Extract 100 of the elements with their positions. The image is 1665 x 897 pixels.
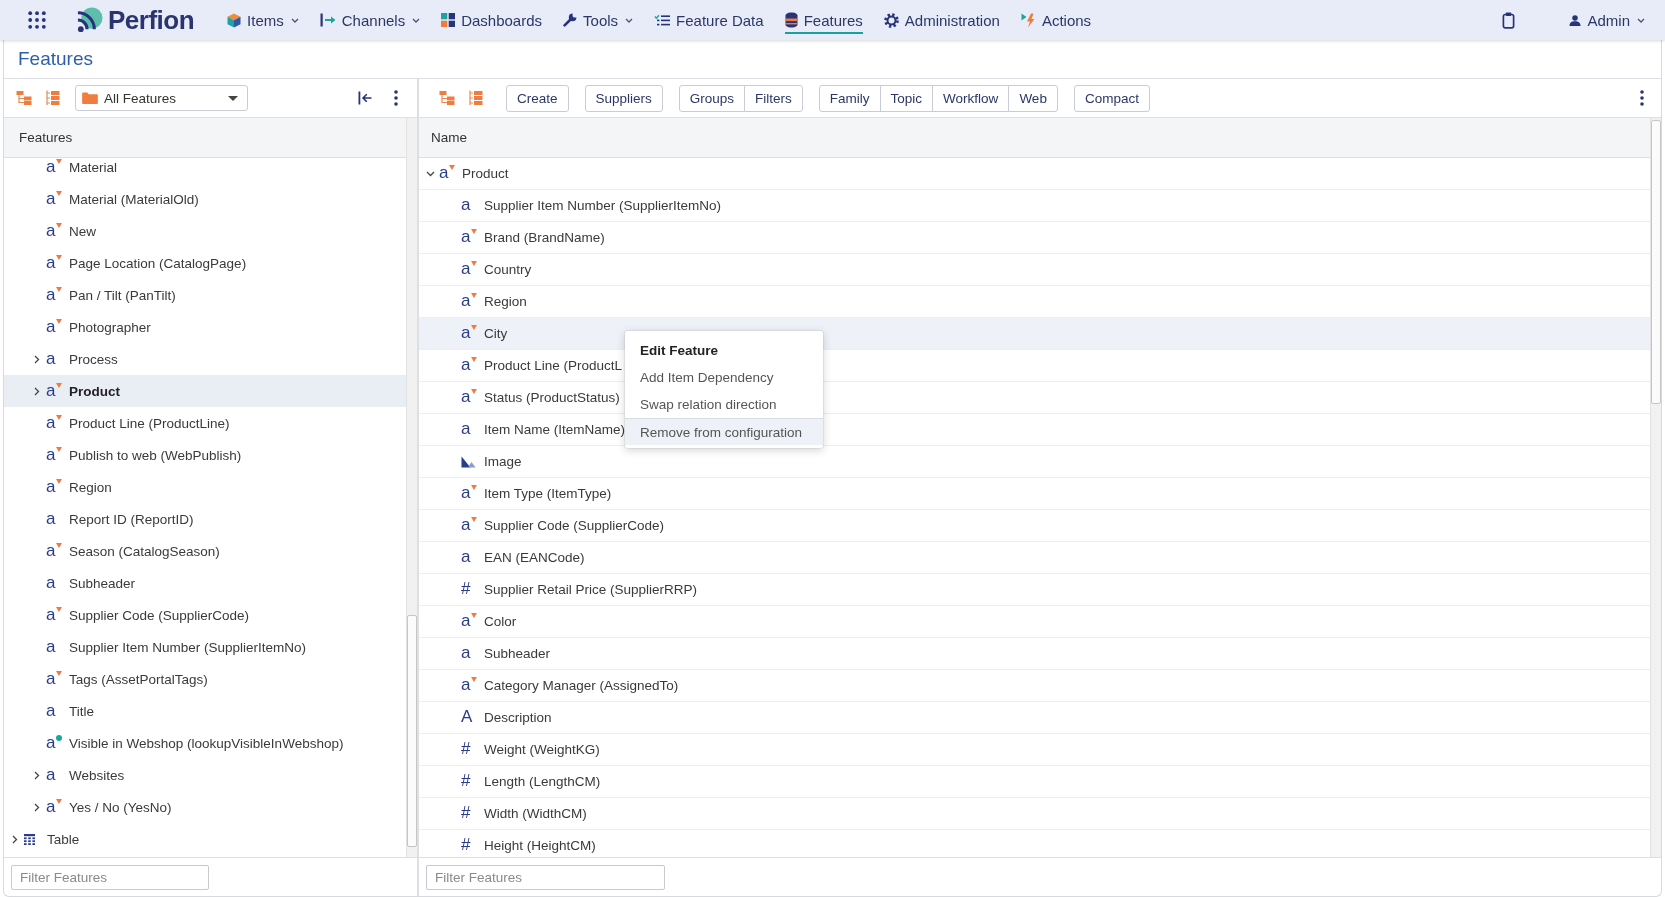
toolbar-button[interactable]: Suppliers bbox=[584, 84, 663, 112]
toolbar-button[interactable]: Topic bbox=[879, 84, 934, 112]
tree-item[interactable]: a Season (CatalogSeason) bbox=[4, 535, 406, 567]
chevron-right-icon[interactable] bbox=[34, 386, 40, 396]
tree-item[interactable]: Table bbox=[4, 823, 406, 855]
nav-tab[interactable]: Feature Data bbox=[654, 6, 764, 34]
scrollbar-thumb[interactable] bbox=[1651, 120, 1661, 404]
tree-item[interactable]: # Supplier Retail Price (SupplierRRP) bbox=[419, 574, 1650, 606]
tree-list-icon[interactable] bbox=[467, 90, 483, 106]
filter-input[interactable]: Filter Features bbox=[426, 864, 665, 890]
type-glyph: a bbox=[46, 670, 56, 687]
triangle-marker-icon bbox=[56, 446, 63, 452]
type-glyph: a bbox=[461, 389, 471, 405]
chevron-right-icon[interactable] bbox=[12, 834, 18, 844]
nav-tab[interactable]: Items bbox=[227, 6, 299, 34]
nav-tab[interactable]: Administration bbox=[883, 6, 1000, 34]
tree-item[interactable]: a Item Type (ItemType) bbox=[419, 478, 1650, 510]
type-glyph: a bbox=[46, 510, 56, 527]
scrollbar-thumb[interactable] bbox=[407, 615, 417, 847]
triangle-marker-icon bbox=[449, 165, 456, 170]
scrollbar[interactable] bbox=[406, 118, 417, 857]
chevron-down-icon[interactable] bbox=[425, 170, 435, 177]
column-header[interactable]: Name bbox=[431, 130, 467, 145]
apps-grid-icon[interactable] bbox=[28, 11, 46, 29]
chevron-right-icon[interactable] bbox=[34, 802, 40, 812]
tree-item[interactable]: a Title bbox=[4, 695, 406, 727]
toolbar-button[interactable]: Groups bbox=[678, 84, 746, 112]
toolbar-button[interactable]: Compact bbox=[1073, 84, 1150, 112]
arrow-left-bar-icon[interactable] bbox=[358, 91, 372, 105]
nav-tab[interactable]: Channels bbox=[319, 6, 421, 34]
tree-item[interactable]: a Brand (BrandName) bbox=[419, 222, 1650, 254]
tree-item[interactable]: a Pan / Tilt (PanTilt) bbox=[4, 279, 406, 311]
filter-input[interactable]: Filter Features bbox=[11, 864, 209, 890]
type-glyph: a bbox=[46, 158, 56, 175]
tree-item[interactable]: a Country bbox=[419, 254, 1650, 286]
image-type-icon bbox=[461, 456, 476, 468]
tree-item[interactable]: a New bbox=[4, 215, 406, 247]
nav-tab[interactable]: Dashboards bbox=[441, 6, 543, 34]
tree-item[interactable]: a Process bbox=[4, 343, 406, 375]
type-glyph: a bbox=[461, 261, 471, 277]
more-menu-icon[interactable] bbox=[394, 90, 398, 106]
tree-item[interactable]: a Websites bbox=[4, 759, 406, 791]
tree-item[interactable]: a Product Line (ProductLine) bbox=[4, 407, 406, 439]
toolbar-button[interactable]: Filters bbox=[744, 84, 803, 112]
type-glyph: a bbox=[46, 702, 56, 719]
toolbar-button[interactable]: Family bbox=[818, 84, 881, 112]
tree-item[interactable]: a Supplier Item Number (SupplierItemNo) bbox=[4, 631, 406, 663]
tree-item[interactable]: # Length (LengthCM) bbox=[419, 766, 1650, 798]
type-glyph: a bbox=[46, 542, 56, 559]
tree-item[interactable]: a Material (MaterialOld) bbox=[4, 183, 406, 215]
type-glyph: a bbox=[461, 357, 471, 373]
tree-structure-icon[interactable] bbox=[439, 90, 455, 106]
dot-marker-icon bbox=[56, 734, 63, 741]
tree-item[interactable]: a Color bbox=[419, 606, 1650, 638]
tree-item[interactable]: a Material bbox=[4, 158, 406, 183]
tree-item[interactable]: a Region bbox=[4, 471, 406, 503]
triangle-marker-icon bbox=[56, 318, 63, 324]
tree-item[interactable]: a Subheader bbox=[4, 567, 406, 599]
chevron-right-icon[interactable] bbox=[34, 354, 40, 364]
tree-item[interactable]: a Supplier Code (SupplierCode) bbox=[419, 510, 1650, 542]
user-menu[interactable]: Admin bbox=[1569, 11, 1645, 29]
logo-icon[interactable] bbox=[76, 6, 103, 34]
tree-item[interactable]: a Visible in Webshop (lookupVisibleInWebshop) bbox=[4, 727, 406, 759]
nav-tab[interactable]: Features bbox=[784, 6, 863, 34]
nav-tab[interactable]: Tools bbox=[563, 6, 634, 34]
triangle-marker-icon bbox=[56, 542, 63, 548]
tree-item[interactable]: a Publish to web (WebPublish) bbox=[4, 439, 406, 471]
tree-item[interactable]: a Product bbox=[419, 158, 1650, 190]
tree-item[interactable]: a Category Manager (AssignedTo) bbox=[419, 670, 1650, 702]
tree-item[interactable]: a Product bbox=[4, 375, 406, 407]
type-glyph: a bbox=[461, 485, 471, 501]
clipboard-icon[interactable] bbox=[1502, 11, 1516, 29]
tree-item[interactable]: # Weight (WeightKG) bbox=[419, 734, 1650, 766]
tree-item[interactable]: a Report ID (ReportID) bbox=[4, 503, 406, 535]
tree-item[interactable]: a Yes / No (YesNo) bbox=[4, 791, 406, 823]
triangle-marker-icon bbox=[471, 357, 478, 362]
tree-item[interactable]: a Page Location (CatalogPage) bbox=[4, 247, 406, 279]
tree-item[interactable]: a Supplier Item Number (SupplierItemNo) bbox=[419, 190, 1650, 222]
more-menu-icon[interactable] bbox=[1640, 90, 1644, 106]
type-glyph: a bbox=[461, 517, 471, 533]
tree-item[interactable]: a Tags (AssetPortalTags) bbox=[4, 663, 406, 695]
tree-item[interactable]: # Width (WidthCM) bbox=[419, 798, 1650, 830]
tree-header: Features bbox=[19, 130, 73, 145]
tree-list-icon[interactable] bbox=[44, 90, 60, 106]
tree-structure-icon[interactable] bbox=[16, 90, 32, 106]
user-icon bbox=[1569, 14, 1582, 26]
triangle-marker-icon bbox=[56, 798, 63, 804]
chevron-right-icon[interactable] bbox=[34, 770, 40, 780]
tree-item[interactable]: A Description bbox=[419, 702, 1650, 734]
nav-tab[interactable]: Actions bbox=[1020, 6, 1092, 34]
tree-item[interactable]: a Photographer bbox=[4, 311, 406, 343]
menu-item[interactable]: Remove from configuration bbox=[625, 418, 823, 445]
toolbar-button[interactable]: Create bbox=[506, 84, 569, 112]
view-dropdown[interactable]: All Features bbox=[75, 85, 248, 111]
tree-item[interactable]: a EAN (EANCode) bbox=[419, 542, 1650, 574]
toolbar-button[interactable]: Workflow bbox=[932, 84, 1010, 112]
tree-item[interactable]: a Subheader bbox=[419, 638, 1650, 670]
scrollbar[interactable] bbox=[1650, 118, 1661, 857]
tree-item[interactable]: a Supplier Code (SupplierCode) bbox=[4, 599, 406, 631]
toolbar-button[interactable]: Web bbox=[1008, 84, 1058, 112]
